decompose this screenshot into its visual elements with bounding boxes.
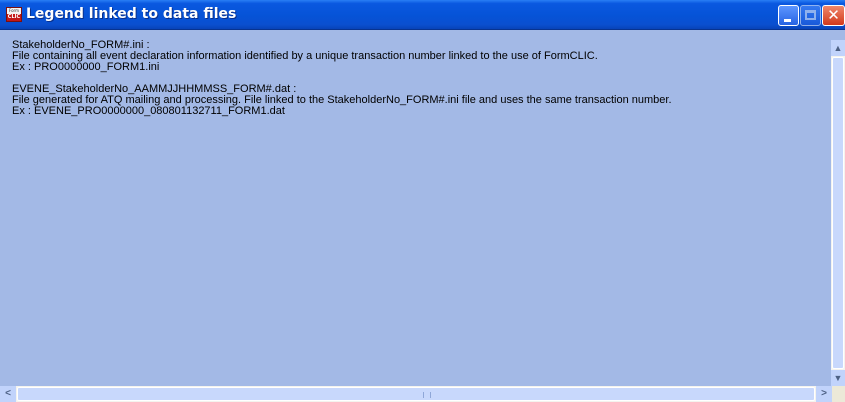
title-bar[interactable]: Form CLIC Legend linked to data files ✕ [0,0,845,30]
formclic-app-icon: Form CLIC [6,7,22,22]
app-icon-bottom-text: CLIC [7,14,21,21]
window-title: Legend linked to data files [26,6,237,22]
scrollbar-corner [832,386,845,402]
horizontal-scrollbar[interactable]: < > [0,386,845,402]
scroll-left-icon[interactable]: < [0,386,16,402]
close-button[interactable]: ✕ [822,5,845,26]
scroll-down-icon[interactable]: ▼ [831,370,845,386]
legend-window: Form CLIC Legend linked to data files ✕ … [0,0,845,402]
minimize-button[interactable] [778,5,799,26]
scroll-grip-icon [423,392,431,398]
vertical-scroll-thumb[interactable] [832,57,844,369]
legend-text-area: StakeholderNo_FORM#.ini : File containin… [12,40,828,386]
maximize-button [800,5,821,26]
minimize-icon [784,19,791,22]
close-icon: ✕ [827,6,840,24]
dat-file-example: Ex : EVENE_PRO0000000_080801132711_FORM1… [12,105,285,117]
maximize-icon [805,10,816,20]
horizontal-scroll-thumb[interactable] [17,387,815,401]
scroll-up-icon[interactable]: ▲ [831,40,845,56]
ini-file-example: Ex : PRO0000000_FORM1.ini [12,61,160,73]
vertical-scrollbar[interactable]: ▲ ▼ [831,40,845,386]
scroll-right-icon[interactable]: > [816,386,832,402]
